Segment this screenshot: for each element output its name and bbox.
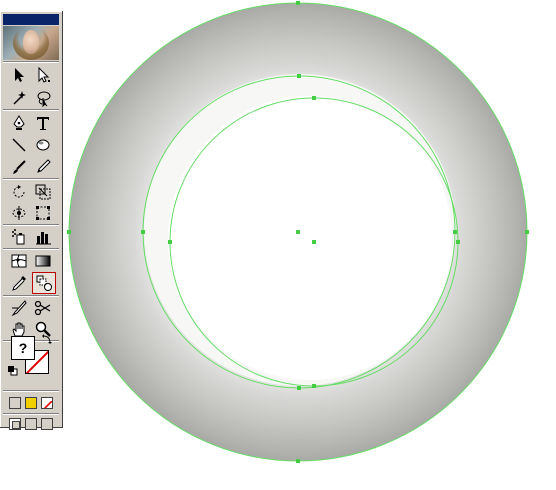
scale-tool[interactable] [32,182,54,202]
mesh-tool[interactable] [8,251,30,271]
pencil-tool[interactable] [32,157,54,177]
selection-tool[interactable] [8,65,30,85]
blend-center-white [168,96,452,380]
anchor-point[interactable] [297,74,301,78]
warp-tool-icon [12,206,26,220]
anchor-point[interactable] [312,240,316,244]
anchor-point[interactable] [141,230,145,234]
selection-tool-icon [15,68,24,82]
anchor-point[interactable] [168,240,172,244]
anchor-point[interactable] [453,230,457,234]
default-fill-stroke-icon[interactable] [8,366,18,376]
separator [3,109,59,111]
anchor-point[interactable] [525,230,529,234]
none-slash-icon [43,400,52,408]
fill-swatch[interactable]: ? [11,336,35,360]
symbol-sprayer-tool-icon [12,229,25,245]
type-tool[interactable] [32,113,54,133]
full-screen-mode-button[interactable] [41,418,53,430]
magic-wand-tool-icon [13,91,26,105]
toolbox-panel: ? [0,11,63,430]
free-transform-tool[interactable] [32,203,54,223]
column-graph-tool-icon [36,232,51,245]
gradient-mode-button[interactable] [25,397,37,409]
pencil-tool-icon [37,159,51,173]
separator [3,178,59,180]
anchor-point[interactable] [296,1,300,5]
full-screen-menu-mode-button[interactable] [25,418,37,430]
line-segment-tool-icon [12,138,26,152]
ellipse-tool[interactable] [32,135,54,155]
symbol-sprayer-tool[interactable] [8,227,30,247]
pen-tool-icon [13,115,25,130]
pen-tool[interactable] [8,113,30,133]
separator [3,390,59,392]
direct-selection-tool[interactable] [32,65,54,85]
rotate-tool[interactable] [8,182,30,202]
anchor-point[interactable] [312,384,316,388]
separator [3,413,59,415]
scissors-tool[interactable] [32,298,54,318]
ellipse-tool-icon [36,139,50,151]
lasso-tool[interactable] [32,88,54,108]
none-mode-button[interactable] [41,397,53,409]
blend-tool-icon [36,275,52,291]
swap-fill-stroke-icon[interactable] [41,333,53,345]
paintbrush-tool[interactable] [8,157,30,177]
separator [3,61,59,63]
rotate-tool-icon [13,185,25,198]
warp-tool[interactable] [8,203,30,223]
app-logo[interactable] [3,26,59,60]
magic-wand-tool[interactable] [8,88,30,108]
slice-tool[interactable] [8,298,30,318]
color-mode-button[interactable] [9,397,21,409]
slice-tool-icon [11,300,27,317]
type-tool-icon [37,117,49,130]
fill-stroke-controls: ? [8,333,56,379]
anchor-point[interactable] [312,96,316,100]
direct-selection-tool-icon [38,66,50,83]
column-graph-tool[interactable] [32,227,54,247]
anchor-point[interactable] [456,240,460,244]
mesh-tool-icon [11,254,27,268]
gradient-tool[interactable] [32,251,54,271]
eyedropper-tool[interactable] [8,273,30,293]
separator [3,224,59,226]
scale-tool-icon [35,184,51,200]
gradient-tool-icon [35,255,51,267]
anchor-point[interactable] [67,230,71,234]
line-segment-tool[interactable] [8,135,30,155]
anchor-point[interactable] [296,459,300,463]
lasso-tool-icon [37,91,51,108]
standard-screen-mode-button[interactable] [9,418,21,430]
fill-unknown-label: ? [18,340,28,356]
anchor-point[interactable] [297,386,301,390]
free-transform-tool-icon [36,206,50,220]
blend-tool[interactable] [32,272,56,294]
eyedropper-tool-icon [12,276,26,291]
anchor-point[interactable] [296,230,300,234]
paintbrush-tool-icon [13,160,26,174]
scissors-tool-icon [34,300,51,316]
artboard-canvas[interactable] [0,0,556,490]
separator [3,295,59,297]
separator [3,248,59,250]
toolbox-titlebar[interactable] [3,14,59,25]
